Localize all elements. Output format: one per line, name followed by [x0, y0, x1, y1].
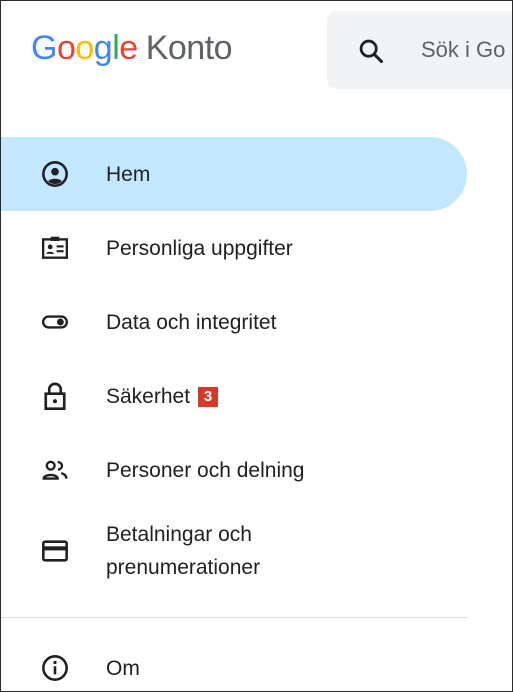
- sidebar-item-label-wrap: Betalningar och prenumerationer: [106, 518, 260, 584]
- sidebar-item-om[interactable]: Om: [1, 631, 471, 691]
- sidebar-item-label: Personliga uppgifter: [106, 236, 293, 260]
- sidebar-item-label: Betalningar och: [106, 523, 252, 546]
- step-badge: 3: [198, 386, 219, 407]
- account-circle-icon: [41, 160, 69, 188]
- sidebar-item-label: Data och integritet: [106, 310, 277, 334]
- sidebar-item-label-line2: prenumerationer: [106, 556, 261, 579]
- sidebar-item-label-wrap: Säkerhet 3: [106, 380, 219, 413]
- logo-letter: o: [56, 29, 76, 67]
- nav-divider: [1, 617, 468, 618]
- sidebar-item-data-och-integritet[interactable]: Data och integritet: [1, 285, 471, 359]
- logo-letter: g: [93, 29, 113, 67]
- id-card-icon: [41, 234, 69, 262]
- sidebar-item-label: Säkerhet: [106, 384, 191, 408]
- sidebar-item-om-wrap: Om: [1, 631, 471, 691]
- credit-card-icon: [41, 537, 69, 565]
- sidebar-item-label: Personer och delning: [106, 458, 305, 482]
- search-box[interactable]: Sök i Go: [327, 11, 512, 89]
- sidebar-item-personliga-uppgifter[interactable]: Personliga uppgifter: [1, 211, 471, 285]
- logo-letter: G: [31, 29, 57, 67]
- sidebar-nav: Hem Personliga uppgifter Data och integr…: [1, 137, 471, 595]
- lock-icon: [41, 382, 69, 411]
- search-icon: [359, 39, 384, 64]
- app-frame: Google Konto Sök i Go Hem Personliga upp…: [0, 0, 513, 692]
- logo-letter: e: [119, 29, 138, 67]
- sidebar-item-betalningar-och-prenumerationer[interactable]: Betalningar och prenumerationer: [1, 507, 471, 595]
- sidebar-item-label: Om: [106, 656, 140, 680]
- sidebar-item-sakerhet[interactable]: Säkerhet 3: [1, 359, 471, 433]
- sidebar-item-personer-och-delning[interactable]: Personer och delning: [1, 433, 471, 507]
- search-placeholder: Sök i Go: [421, 37, 506, 62]
- google-account-logo[interactable]: Google Konto: [31, 29, 233, 68]
- toggle-icon: [41, 308, 69, 336]
- logo-product-name: Konto: [145, 29, 233, 67]
- sidebar-item-label: Hem: [106, 162, 151, 186]
- sidebar-item-hem[interactable]: Hem: [1, 137, 467, 211]
- logo-letter: o: [75, 29, 94, 67]
- info-icon: [41, 654, 69, 682]
- people-icon: [41, 456, 69, 484]
